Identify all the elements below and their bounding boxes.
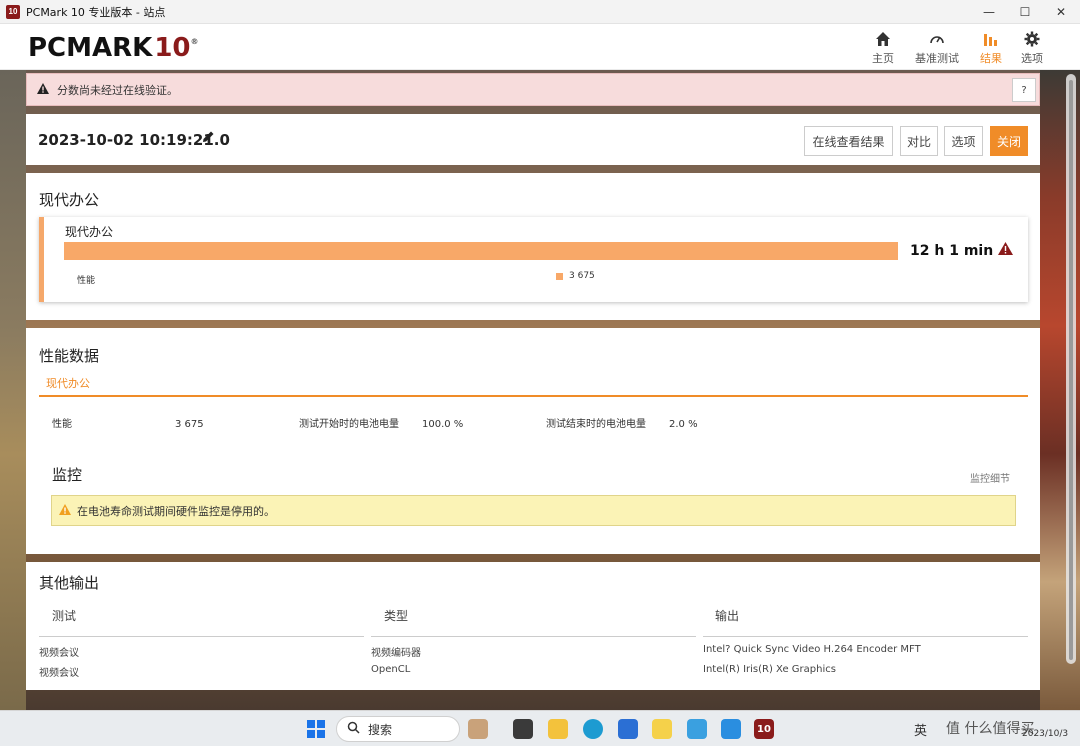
minimize-button[interactable]: — (972, 0, 1006, 24)
search-label: 搜索 (368, 722, 393, 737)
windows-taskbar: 搜索 10 英 值 什么值得买 2023/10/3 (0, 710, 1080, 746)
kv-key: 测试开始时的电池电量 (299, 419, 399, 430)
start-icon[interactable] (306, 719, 326, 739)
window-title: PCMark 10 专业版本 - 站点 (26, 5, 166, 19)
app-icon[interactable] (721, 719, 741, 739)
edit-icon[interactable] (202, 130, 215, 147)
column-header-output: 输出 (715, 609, 740, 623)
result-header: 2023-10-02 10:19:21.0 在线查看结果 对比 选项 关闭 (26, 114, 1040, 165)
app-header: PCMARK 10 ® 主页 基准测试 结果 选项 (0, 24, 1080, 70)
tab-modern-office[interactable]: 现代办公 (46, 375, 90, 391)
home-icon (857, 28, 909, 50)
logo-registered-mark: ® (190, 37, 199, 46)
logo-number: 10 (154, 33, 191, 63)
gear-icon (1006, 28, 1058, 50)
maximize-button[interactable]: ☐ (1008, 0, 1042, 24)
app-icon: 10 (6, 4, 20, 19)
help-button[interactable]: ? (1012, 78, 1036, 102)
tab-underline (39, 395, 1028, 397)
table-cell: Intel? Quick Sync Video H.264 Encoder MF… (703, 644, 921, 655)
other-output-section: 其他输出 测试 类型 输出 视频会议 视频编码器 Intel? Quick Sy… (26, 562, 1040, 690)
battery-life-score: 12 h 1 min (910, 242, 1014, 259)
monitoring-warning-text: 在电池寿命测试期间硬件监控是停用的。 (77, 504, 275, 518)
monitoring-details-link[interactable]: 监控细节 (970, 470, 1010, 485)
nav-home[interactable]: 主页 (857, 28, 909, 66)
perf-value: 3 675 (569, 271, 595, 281)
warning-icon (59, 503, 71, 518)
column-divider (371, 636, 696, 637)
table-cell: 视频会议 (39, 648, 79, 659)
kv-value: 100.0 % (422, 419, 464, 430)
table-cell: 视频编码器 (371, 648, 421, 659)
warning-icon (998, 242, 1014, 259)
options-button[interactable]: 选项 (944, 126, 983, 156)
background-left (0, 70, 26, 710)
search-icon (347, 721, 360, 737)
close-window-button[interactable]: ✕ (1044, 0, 1078, 24)
table-cell: 视频会议 (39, 668, 79, 679)
modern-office-card[interactable]: 现代办公 12 h 1 min 性能 3 675 (39, 217, 1028, 302)
task-view-icon[interactable] (513, 719, 533, 739)
logo-text: PCMARK (28, 33, 153, 63)
kv-key: 性能 (52, 419, 72, 430)
score-bar (64, 242, 898, 260)
column-header-test: 测试 (52, 609, 77, 623)
remote-desktop-icon[interactable] (687, 719, 707, 739)
kv-key: 测试结束时的电池电量 (546, 419, 646, 430)
kv-value: 3 675 (175, 419, 204, 430)
nav-options[interactable]: 选项 (1006, 28, 1058, 66)
column-header-type: 类型 (384, 609, 409, 623)
widget-icon[interactable] (468, 719, 488, 739)
performance-data-title: 性能数据 (39, 347, 100, 365)
pcmark-logo: PCMARK 10 ® (28, 33, 199, 63)
taskbar-search[interactable]: 搜索 (336, 716, 460, 742)
nav-options-label: 选项 (1021, 52, 1043, 65)
performance-data-section: 性能数据 现代办公 性能 3 675 测试开始时的电池电量 100.0 % 测试… (26, 328, 1040, 554)
notes-icon[interactable] (652, 719, 672, 739)
nav-benchmarks-label: 基准测试 (915, 52, 959, 65)
score-value: 12 h 1 min (910, 242, 994, 259)
nav-benchmarks[interactable]: 基准测试 (911, 28, 963, 66)
table-cell: OpenCL (371, 664, 411, 675)
modern-office-section: 现代办公 现代办公 12 h 1 min 性能 3 675 (26, 173, 1040, 320)
file-explorer-icon[interactable] (548, 719, 568, 739)
monitoring-warning: 在电池寿命测试期间硬件监控是停用的。 (51, 495, 1016, 526)
modern-office-card-label: 现代办公 (65, 225, 114, 239)
compare-button[interactable]: 对比 (900, 126, 938, 156)
pcmark-taskbar-icon[interactable]: 10 (754, 719, 774, 739)
edge-browser-icon[interactable] (583, 719, 603, 739)
tray-date: 2023/10/3 (1022, 729, 1069, 739)
view-online-button[interactable]: 在线查看结果 (804, 126, 893, 156)
store-icon[interactable] (618, 719, 638, 739)
modern-office-title: 现代办公 (39, 191, 100, 209)
validation-alert: 分数尚未经过在线验证。 (26, 73, 1040, 106)
column-divider (703, 636, 1028, 637)
perf-legend-marker (556, 273, 563, 280)
monitoring-title: 监控 (52, 466, 83, 484)
perf-label: 性能 (77, 276, 96, 286)
other-output-title: 其他输出 (39, 574, 100, 592)
window-titlebar: 10 PCMark 10 专业版本 - 站点 — ☐ ✕ (0, 0, 1080, 24)
column-divider (39, 636, 364, 637)
input-language[interactable]: 英 (914, 720, 927, 739)
validation-alert-text: 分数尚未经过在线验证。 (57, 83, 178, 97)
close-result-button[interactable]: 关闭 (990, 126, 1028, 156)
table-cell: Intel(R) Iris(R) Xe Graphics (703, 664, 836, 675)
scrollbar-thumb[interactable] (1069, 80, 1073, 660)
nav-home-label: 主页 (872, 52, 894, 65)
warning-icon (37, 82, 49, 97)
kv-value: 2.0 % (669, 419, 698, 430)
gauge-icon (911, 28, 963, 50)
